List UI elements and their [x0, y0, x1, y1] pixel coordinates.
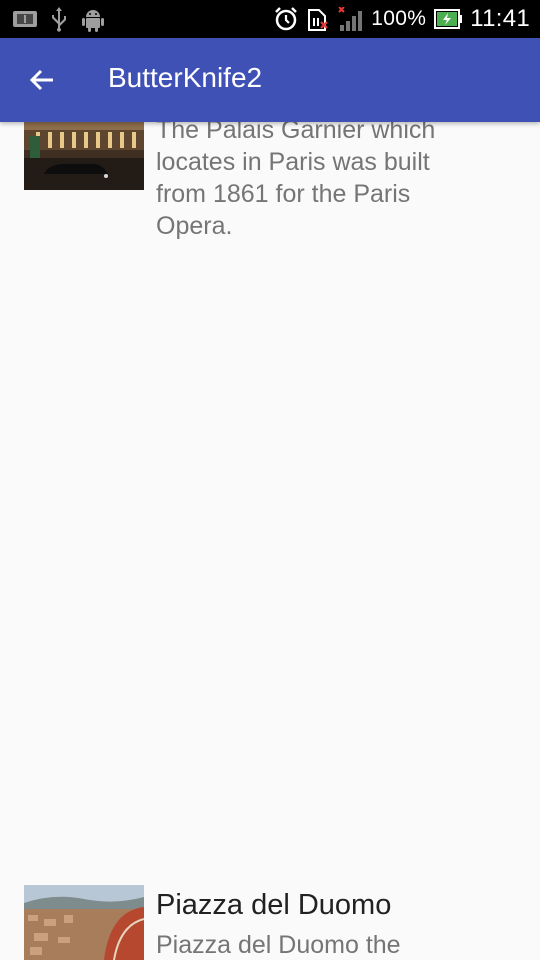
list-item[interactable]: Piazza del Duomo Piazza del Duomo the [0, 885, 540, 960]
android-debug-icon [80, 6, 106, 32]
landmark-list[interactable]: The Palais Garnier which locates in Pari… [0, 122, 540, 960]
battery-percent: 100% [371, 7, 427, 30]
clock: 11:41 [470, 5, 530, 32]
item-description: The Palais Garnier which locates in Pari… [156, 122, 436, 240]
status-bar: 100% 11:41 [0, 0, 540, 38]
arrow-back-icon [29, 69, 55, 91]
alarm-icon [273, 6, 299, 32]
item-description: Piazza del Duomo the [156, 931, 401, 959]
app-bar: ButterKnife2 [0, 38, 540, 122]
thumbnail-image [24, 885, 144, 960]
list-item[interactable]: The Palais Garnier which locates in Pari… [0, 122, 540, 252]
usb-icon [50, 6, 68, 32]
back-button[interactable] [18, 58, 66, 102]
page-title: ButterKnife2 [108, 62, 263, 93]
battery-icon [434, 8, 463, 30]
sim-missing-icon [307, 6, 329, 32]
item-title: Piazza del Duomo [156, 889, 392, 921]
notification-icon [12, 9, 38, 29]
thumbnail-image [24, 122, 144, 190]
signal-icon [337, 7, 363, 31]
